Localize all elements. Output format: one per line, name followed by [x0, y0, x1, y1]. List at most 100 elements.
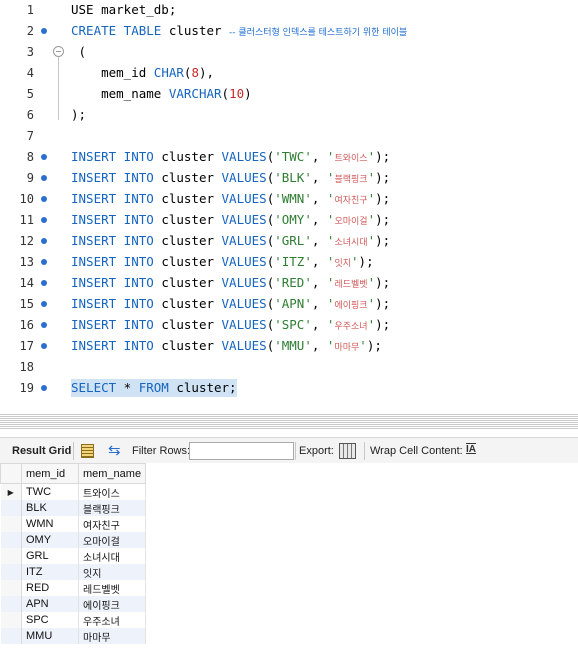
table-row[interactable]: OMY 오마이걸: [0, 532, 146, 548]
code-line[interactable]: 2 CREATE TABLE cluster -- 클러스터형 인덱스를 테스트하…: [0, 21, 578, 42]
cell-mem-id[interactable]: SPC: [21, 612, 79, 628]
grid-view-icon[interactable]: [81, 444, 94, 458]
result-grid-tab[interactable]: Result Grid: [12, 445, 71, 457]
line-number: 16: [19, 318, 34, 332]
row-selector[interactable]: [0, 564, 22, 580]
row-selector[interactable]: [0, 516, 22, 532]
line-number: 11: [19, 213, 34, 227]
code-line[interactable]: 18: [0, 357, 578, 378]
statement-marker-icon[interactable]: [41, 217, 47, 223]
table-row[interactable]: MMU 마마무: [0, 628, 146, 644]
code-line[interactable]: 15 INSERT INTO cluster VALUES('APN', '에이핑…: [0, 294, 578, 315]
code-line[interactable]: 7: [0, 126, 578, 147]
column-header-mem-id[interactable]: mem_id: [21, 463, 79, 484]
code-line[interactable]: 4 mem_id CHAR(8),: [0, 63, 578, 84]
refresh-icon[interactable]: ⇆: [108, 441, 121, 459]
statement-marker-icon[interactable]: [41, 343, 47, 349]
line-number: 5: [26, 87, 34, 101]
row-selector[interactable]: [0, 580, 22, 596]
cell-mem-id[interactable]: RED: [21, 580, 79, 596]
code-line[interactable]: 6);: [0, 105, 578, 126]
code-text: INSERT INTO cluster VALUES('OMY', '오마이걸'…: [71, 212, 391, 227]
cell-mem-id[interactable]: WMN: [21, 516, 79, 532]
code-text: INSERT INTO cluster VALUES('BLK', '블랙핑크'…: [71, 170, 391, 185]
statement-marker-icon[interactable]: [41, 385, 47, 391]
code-line[interactable]: 9 INSERT INTO cluster VALUES('BLK', '블랙핑크…: [0, 168, 578, 189]
result-toolbar: Result Grid ⇆ Filter Rows: Export: Wrap …: [0, 437, 578, 465]
row-selector[interactable]: [0, 612, 22, 628]
statement-marker-icon[interactable]: [41, 175, 47, 181]
line-number: 9: [26, 171, 34, 185]
cell-mem-name[interactable]: 우주소녀: [78, 612, 146, 628]
export-icon[interactable]: [339, 443, 356, 459]
code-line[interactable]: 14 INSERT INTO cluster VALUES('RED', '레드벨…: [0, 273, 578, 294]
table-row[interactable]: RED 레드벨벳: [0, 580, 146, 596]
cell-mem-name[interactable]: 에이핑크: [78, 596, 146, 612]
code-line[interactable]: 19 SELECT * FROM cluster;: [0, 378, 578, 399]
cell-mem-name[interactable]: 트와이스: [78, 483, 146, 500]
code-text: INSERT INTO cluster VALUES('APN', '에이핑크'…: [71, 296, 391, 311]
cell-mem-name[interactable]: 잇지: [78, 564, 146, 580]
table-row[interactable]: SPC 우주소녀: [0, 612, 146, 628]
code-line[interactable]: 11 INSERT INTO cluster VALUES('OMY', '오마이…: [0, 210, 578, 231]
row-selector[interactable]: [0, 548, 22, 564]
cell-mem-name[interactable]: 소녀시대: [78, 548, 146, 564]
line-number: 13: [19, 255, 34, 269]
cell-mem-id[interactable]: GRL: [21, 548, 79, 564]
filter-rows-input[interactable]: [189, 442, 294, 460]
code-line[interactable]: 3 − (: [0, 42, 578, 63]
statement-marker-icon[interactable]: [41, 28, 47, 34]
wrap-cell-icon[interactable]: IA: [466, 444, 476, 455]
row-selector[interactable]: ▶: [0, 483, 22, 500]
table-row[interactable]: GRL 소녀시대: [0, 548, 146, 564]
code-line[interactable]: 12 INSERT INTO cluster VALUES('GRL', '소녀시…: [0, 231, 578, 252]
statement-marker-icon[interactable]: [41, 280, 47, 286]
table-row[interactable]: BLK 블랙핑크: [0, 500, 146, 516]
line-number: 1: [26, 3, 34, 17]
line-number: 15: [19, 297, 34, 311]
code-line[interactable]: 17 INSERT INTO cluster VALUES('MMU', '마마무…: [0, 336, 578, 357]
table-row[interactable]: ▶ TWC 트와이스: [0, 483, 146, 500]
sql-editor[interactable]: 1 USE market_db; 2 CREATE TABLE cluster -- …: [0, 0, 578, 410]
cell-mem-id[interactable]: OMY: [21, 532, 79, 548]
row-header-corner: [0, 463, 22, 484]
table-row[interactable]: ITZ 잇지: [0, 564, 146, 580]
cell-mem-name[interactable]: 레드벨벳: [78, 580, 146, 596]
cell-mem-id[interactable]: ITZ: [21, 564, 79, 580]
statement-marker-icon[interactable]: [41, 259, 47, 265]
code-line[interactable]: 10 INSERT INTO cluster VALUES('WMN', '여자친…: [0, 189, 578, 210]
code-line[interactable]: 13 INSERT INTO cluster VALUES('ITZ', '잇지'…: [0, 252, 578, 273]
cell-mem-name[interactable]: 마마무: [78, 628, 146, 644]
fold-toggle-icon[interactable]: −: [53, 46, 64, 57]
cell-mem-id[interactable]: TWC: [21, 483, 79, 500]
fold-guide: [58, 57, 59, 120]
statement-marker-icon[interactable]: [41, 154, 47, 160]
table-row[interactable]: WMN 여자친구: [0, 516, 146, 532]
statement-marker-icon[interactable]: [41, 238, 47, 244]
line-number: 12: [19, 234, 34, 248]
row-selector[interactable]: [0, 596, 22, 612]
code-text: mem_id CHAR(8),: [71, 65, 215, 80]
cell-mem-id[interactable]: BLK: [21, 500, 79, 516]
row-selector[interactable]: [0, 532, 22, 548]
code-line[interactable]: 16 INSERT INTO cluster VALUES('SPC', '우주소…: [0, 315, 578, 336]
statement-marker-icon[interactable]: [41, 322, 47, 328]
line-number: 7: [26, 129, 34, 143]
table-row[interactable]: APN 에이핑크: [0, 596, 146, 612]
cell-mem-name[interactable]: 오마이걸: [78, 532, 146, 548]
row-selector[interactable]: [0, 500, 22, 516]
cell-mem-id[interactable]: MMU: [21, 628, 79, 644]
row-selector[interactable]: [0, 628, 22, 644]
cell-mem-id[interactable]: APN: [21, 596, 79, 612]
code-line[interactable]: 1 USE market_db;: [0, 0, 578, 21]
pane-splitter[interactable]: [0, 413, 578, 429]
result-grid: mem_id mem_name ▶ TWC 트와이스 BLK 블랙핑크 WMN 여자친구 OM…: [0, 463, 578, 663]
code-line[interactable]: 5 mem_name VARCHAR(10): [0, 84, 578, 105]
cell-mem-name[interactable]: 여자친구: [78, 516, 146, 532]
column-header-mem-name[interactable]: mem_name: [78, 463, 146, 484]
code-line[interactable]: 8 INSERT INTO cluster VALUES('TWC', '트와이스…: [0, 147, 578, 168]
statement-marker-icon[interactable]: [41, 301, 47, 307]
cell-mem-name[interactable]: 블랙핑크: [78, 500, 146, 516]
code-text: INSERT INTO cluster VALUES('TWC', '트와이스'…: [71, 149, 391, 164]
statement-marker-icon[interactable]: [41, 196, 47, 202]
